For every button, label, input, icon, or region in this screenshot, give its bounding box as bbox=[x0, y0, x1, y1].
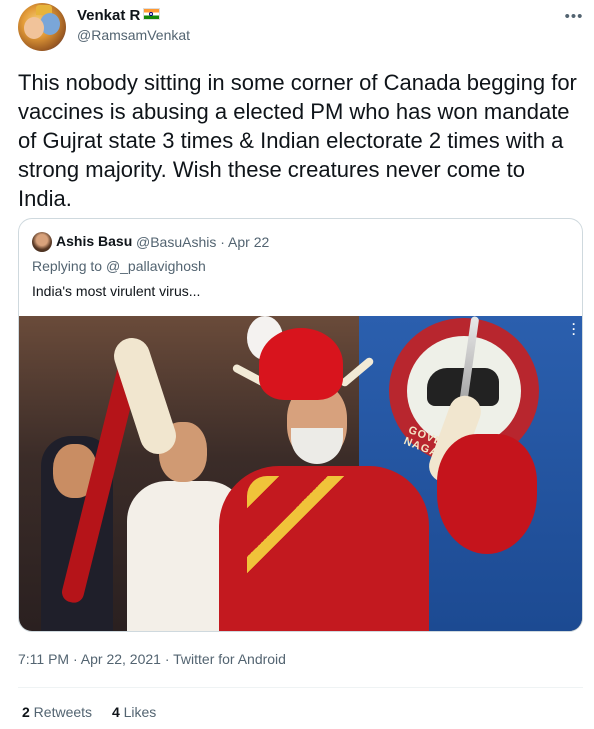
quoted-tweet-text: India's most virulent virus... bbox=[32, 283, 201, 299]
author-name[interactable]: Venkat R bbox=[77, 7, 140, 24]
tweet-stats: 2 Retweets 4 Likes bbox=[22, 704, 172, 720]
replying-to: Replying to @_pallavighosh bbox=[32, 258, 206, 274]
author-handle[interactable]: @RamsamVenkat bbox=[77, 27, 190, 43]
quoted-author-handle[interactable]: @BasuAshis · Apr 22 bbox=[136, 234, 269, 250]
india-flag-icon bbox=[143, 8, 160, 20]
author-avatar[interactable] bbox=[18, 3, 66, 51]
quoted-tweet-photo[interactable]: GOVERNMENT OF NAGALAND ··· bbox=[19, 316, 582, 631]
tweet-timestamp[interactable]: 7:11 PM · Apr 22, 2021 · Twitter for And… bbox=[18, 651, 286, 667]
divider bbox=[18, 687, 583, 688]
quoted-author-avatar[interactable] bbox=[32, 232, 52, 252]
headdress bbox=[259, 328, 343, 400]
retweets-stat[interactable]: 2 Retweets bbox=[22, 704, 92, 720]
reply-mention-link[interactable]: @_pallavighosh bbox=[106, 258, 206, 274]
tweet-text: This nobody sitting in some corner of Ca… bbox=[18, 70, 577, 211]
more-options-button[interactable]: ••• bbox=[558, 2, 590, 30]
likes-stat[interactable]: 4 Likes bbox=[112, 704, 156, 720]
tweet: Venkat R @RamsamVenkat ••• This nobody s… bbox=[0, 0, 594, 729]
photo-options-icon[interactable]: · · · bbox=[567, 318, 581, 340]
quoted-author-name[interactable]: Ashis Basu bbox=[56, 233, 132, 249]
quoted-tweet[interactable]: Ashis Basu @BasuAshis · Apr 22 Replying … bbox=[18, 218, 583, 632]
